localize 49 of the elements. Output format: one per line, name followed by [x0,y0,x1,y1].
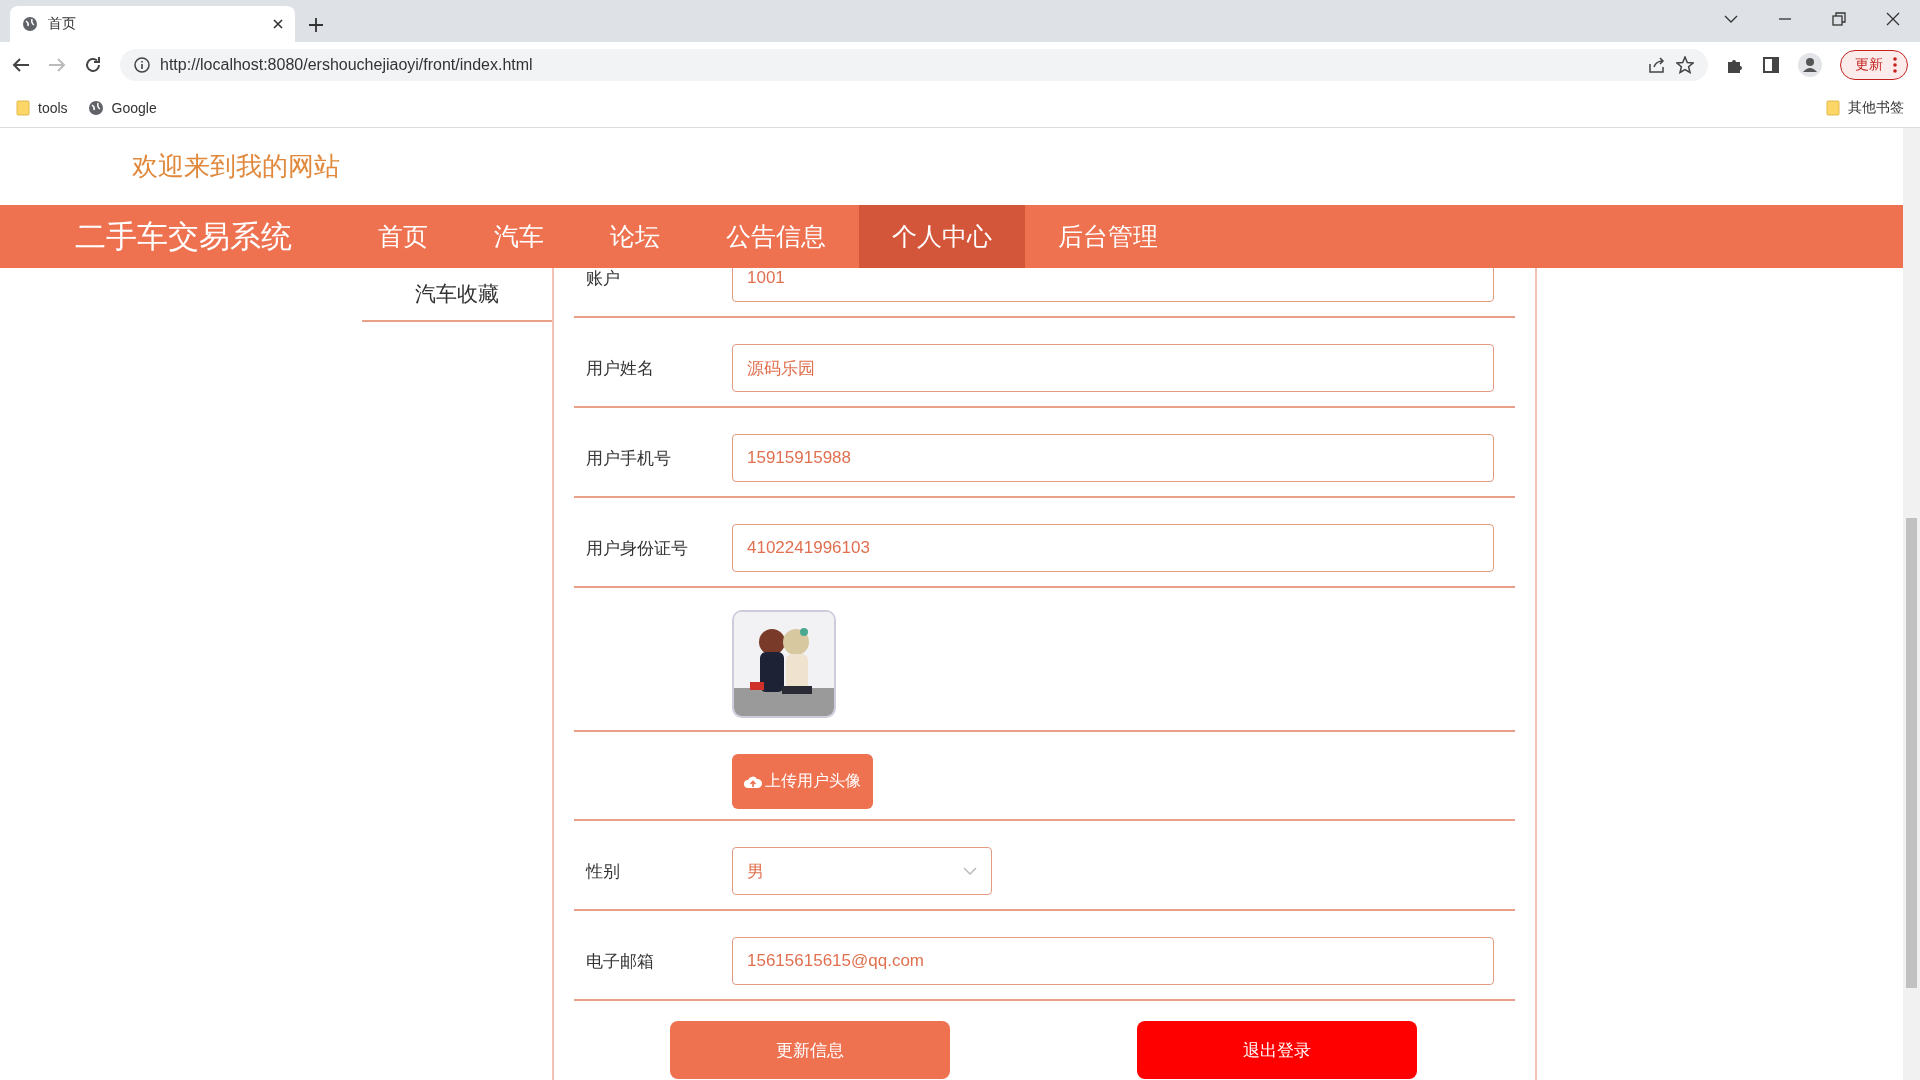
restore-icon[interactable] [1832,12,1846,26]
more-icon [1893,57,1897,73]
chevron-down-icon [963,867,977,875]
folder-icon [16,99,30,116]
star-icon[interactable] [1676,56,1694,74]
profile-icon[interactable] [1798,53,1822,77]
input-field[interactable]: 4102241996103 [732,524,1494,572]
close-icon[interactable] [1886,12,1900,26]
bookmark-folder[interactable]: 其他书签 [1848,98,1904,117]
select-field[interactable]: 男 [732,847,992,895]
input-field[interactable]: 15915915988 [732,434,1494,482]
field-label: 账户 [586,268,621,290]
field-label: 性别 [586,860,621,883]
input-field[interactable]: 1001 [732,268,1494,302]
folder-icon [1826,99,1840,116]
welcome-text: 欢迎来到我的网站 [132,150,340,183]
field-label: 用户身份证号 [586,537,689,560]
back-icon[interactable] [12,57,30,73]
browser-tab[interactable]: 首页 [10,6,295,42]
input-field[interactable]: 源码乐园 [732,344,1494,392]
input-field[interactable]: 15615615615@qq.com [732,937,1494,985]
update-button[interactable]: 更新 [1840,50,1908,80]
nav-tab[interactable]: 首页 [345,205,461,268]
bookmark-link[interactable]: tools [38,99,68,116]
field-label: 用户手机号 [586,447,672,470]
reload-icon[interactable] [84,56,102,74]
field-label: 用户姓名 [586,357,655,380]
nav-tab[interactable]: 后台管理 [1025,205,1191,268]
field-label: 电子邮箱 [586,950,655,973]
nav-tab[interactable]: 论坛 [577,205,693,268]
scrollbar[interactable] [1903,128,1920,1080]
side-panel-icon[interactable] [1762,56,1780,74]
upload-avatar-button[interactable]: 上传用户头像 [732,754,873,809]
sidebar-item[interactable]: 汽车收藏 [362,268,552,322]
nav-tab[interactable]: 汽车 [461,205,577,268]
info-icon[interactable] [134,57,150,73]
close-icon[interactable] [273,19,283,29]
site-title: 二手车交易系统 [74,217,293,256]
globe-icon [87,99,104,116]
cloud-upload-icon [744,774,762,789]
update-info-button[interactable]: 更新信息 [670,1021,950,1079]
nav-tab[interactable]: 公告信息 [693,205,859,268]
globe-icon [22,16,38,32]
share-icon[interactable] [1648,56,1666,74]
address-bar[interactable]: http://localhost:8080/ershouchejiaoyi/front/index.html [120,49,1708,81]
new-tab-icon[interactable] [309,18,323,32]
bookmark-link[interactable]: Google [111,99,157,116]
nav-tab[interactable]: 个人中心 [859,205,1025,268]
logout-button[interactable]: 退出登录 [1137,1021,1417,1079]
